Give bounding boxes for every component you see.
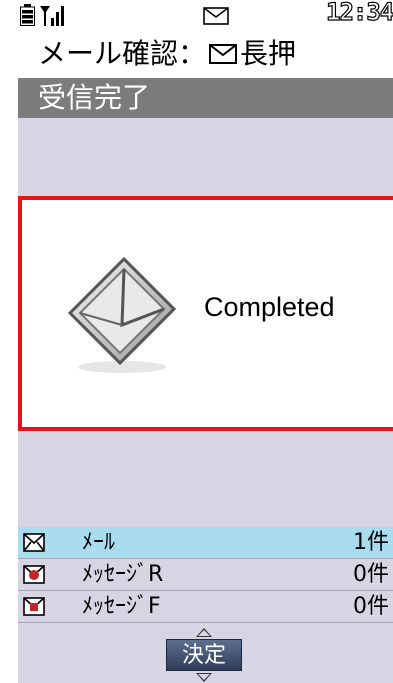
clock: 12:34: [325, 0, 393, 27]
title-long-press: 長押: [240, 37, 297, 70]
completed-dialog: Completed: [18, 196, 393, 431]
up-arrow-icon: [196, 628, 212, 637]
title-text: メール確認：: [38, 37, 207, 70]
mail-icon: [209, 44, 238, 64]
list-item-count: 0件: [353, 594, 389, 619]
envelope-icon: [67, 256, 177, 373]
list-item-label: ﾒｰﾙ: [82, 530, 116, 555]
mail-icon: [203, 7, 229, 25]
message-r-icon: [23, 565, 45, 584]
list-item-label: ﾒｯｾｰｼﾞR: [82, 562, 164, 587]
list-item-message-r[interactable]: ﾒｯｾｰｼﾞR 0件: [18, 559, 393, 591]
list-item-message-f[interactable]: ﾒｯｾｰｼﾞF 0件: [18, 591, 393, 623]
mail-check-list: ﾒｰﾙ 1件 ﾒｯｾｰｼﾞR 0件 ﾒｯｾｰｼﾞF 0件: [18, 527, 393, 623]
softkey-area: 決定: [158, 628, 248, 682]
list-item-mail[interactable]: ﾒｰﾙ 1件: [18, 527, 393, 559]
mail-icon: [23, 533, 45, 552]
status-bar: 12:34: [18, 0, 393, 30]
subheader: 受信完了: [18, 78, 393, 118]
battery-icon: [20, 4, 35, 26]
list-item-label: ﾒｯｾｰｼﾞF: [82, 594, 161, 619]
page-title: メール確認： 長押: [18, 30, 393, 78]
down-arrow-icon: [196, 673, 212, 682]
list-item-count: 0件: [353, 562, 389, 587]
confirm-softkey[interactable]: 決定: [166, 639, 242, 671]
signal-icon: [40, 6, 64, 26]
completed-message: Completed: [204, 292, 335, 322]
phone-screen: 12:34 メール確認： 長押 受信完了 Completed ﾒｰﾙ 1件 ﾒｯ…: [18, 0, 393, 683]
message-f-icon: [23, 597, 45, 616]
list-item-count: 1件: [353, 530, 389, 555]
